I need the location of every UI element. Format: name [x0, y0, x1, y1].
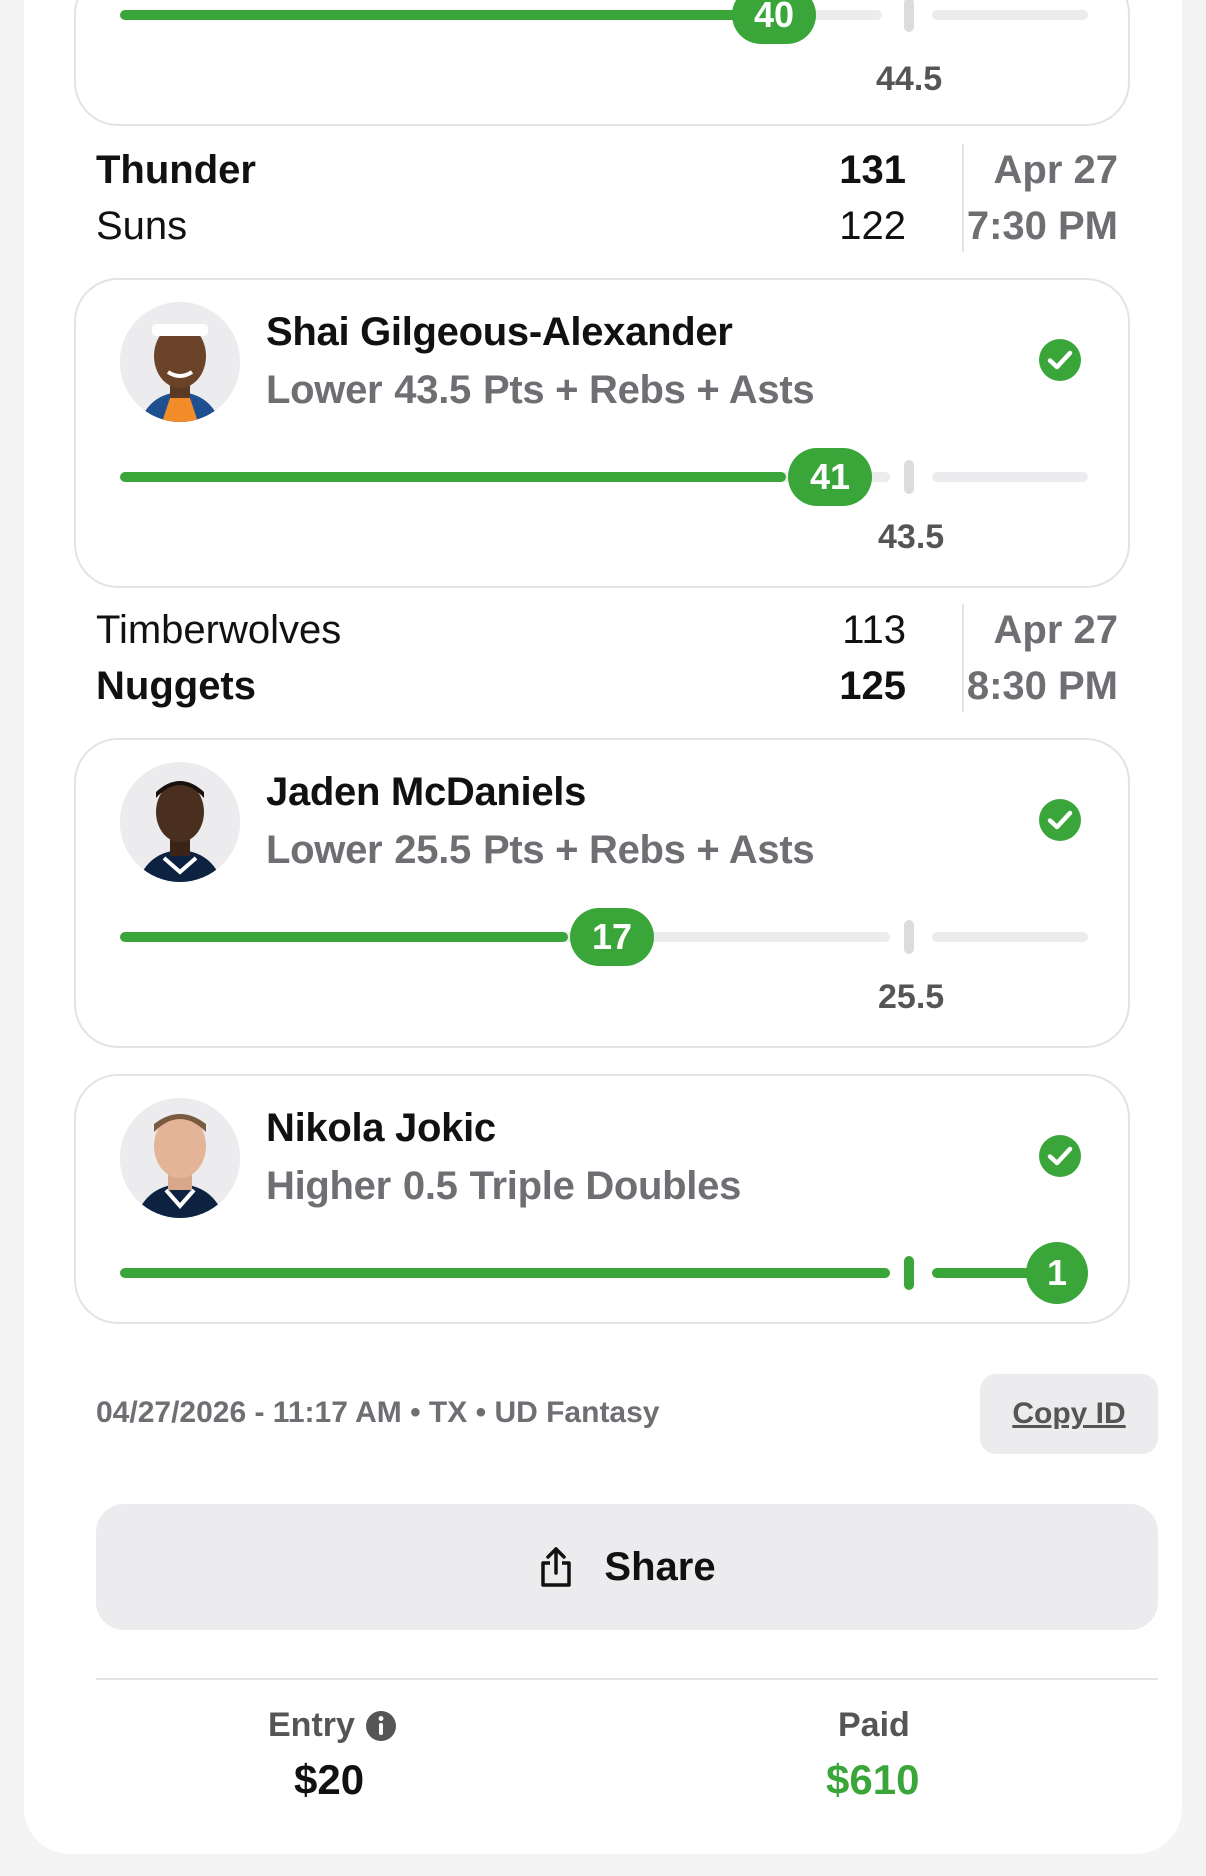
progress-track-rest: [932, 472, 1088, 482]
progress-track-rest: [932, 10, 1088, 20]
result-pill: 1: [1026, 1242, 1088, 1304]
player-avatar: [120, 1098, 240, 1218]
paid-label-text: Paid: [838, 1706, 910, 1744]
footer-divider: [96, 1678, 1158, 1680]
check-circle-icon: [1039, 339, 1081, 381]
line-label: 43.5: [878, 518, 945, 556]
result-pill: 17: [570, 908, 654, 966]
copy-id-button[interactable]: Copy ID: [980, 1374, 1158, 1454]
pick-card-jokic[interactable]: Nikola Jokic Higher 0.5 Triple Doubles 1: [74, 1074, 1130, 1324]
game1-team2: Suns: [96, 204, 188, 248]
pick-line-value: 0.5: [402, 1164, 458, 1208]
progress-track-rest: [932, 932, 1088, 942]
info-icon[interactable]: [365, 1710, 397, 1742]
game1-team1: Thunder: [96, 148, 256, 192]
pick-direction: Higher: [266, 1164, 391, 1208]
line-label: 44.5: [876, 60, 943, 98]
pick-line-value: 43.5: [394, 368, 471, 412]
pick-line: Higher 0.5 Triple Doubles: [266, 1164, 753, 1209]
share-icon: [541, 1547, 572, 1587]
line-label: 25.5: [878, 978, 945, 1016]
player-name: Jaden McDaniels: [266, 770, 587, 814]
game2-team1: Timberwolves: [96, 608, 342, 652]
pick-card-partial[interactable]: 40 44.5: [74, 0, 1130, 126]
player-avatar: [120, 762, 240, 882]
entry-label-text: Entry: [268, 1706, 355, 1744]
check-circle-icon: [1039, 799, 1081, 841]
result-pill: 41: [788, 448, 872, 506]
game2-team2: Nuggets: [96, 664, 256, 708]
pick-stat: Pts + Rebs + Asts: [482, 828, 815, 872]
game2-date: Apr 27: [993, 608, 1119, 652]
progress-fill: [120, 10, 780, 20]
share-button[interactable]: Share: [96, 1504, 1158, 1630]
player-avatar: [120, 302, 240, 422]
pick-line-value: 25.5: [394, 828, 471, 872]
game2-score2: 125: [839, 664, 906, 708]
pick-line: Lower 25.5 Pts + Rebs + Asts: [266, 828, 826, 873]
pick-direction: Lower: [266, 828, 383, 872]
pick-line: Lower 43.5 Pts + Rebs + Asts: [266, 368, 826, 413]
check-circle-icon: [1039, 1135, 1081, 1177]
entry-value: $20: [294, 1756, 365, 1803]
paid-value: $610: [826, 1756, 920, 1803]
line-tick: [904, 0, 914, 32]
pick-direction: Lower: [266, 368, 383, 412]
game2-score1: 113: [842, 608, 906, 652]
pick-card-mcdaniels[interactable]: Jaden McDaniels Lower 25.5 Pts + Rebs + As…: [74, 738, 1130, 1048]
entry-label: Entry: [268, 1706, 397, 1745]
entry-sheet: 40 44.5 Thunder Suns 131 122 Apr 27 7:30…: [24, 0, 1182, 1854]
player-name: Nikola Jokic: [266, 1106, 496, 1150]
line-tick: [904, 1256, 914, 1290]
game1-date: Apr 27: [993, 148, 1119, 192]
game2-time: 8:30 PM: [966, 664, 1118, 708]
progress-fill: [120, 932, 568, 942]
paid-label: Paid: [838, 1706, 910, 1745]
pick-stat: Triple Doubles: [469, 1164, 742, 1208]
pick-card-sga[interactable]: Shai Gilgeous-Alexander Lower 43.5 Pts + R…: [74, 278, 1130, 588]
progress-fill: [120, 1268, 890, 1278]
pick-stat: Pts + Rebs + Asts: [482, 368, 815, 412]
game1-time: 7:30 PM: [966, 204, 1118, 248]
game2-divider: [962, 604, 964, 712]
game1-score1: 131: [839, 148, 906, 192]
line-tick: [904, 460, 914, 494]
entry-meta: 04/27/2026 - 11:17 AM • TX • UD Fantasy: [96, 1396, 660, 1429]
result-pill: 40: [732, 0, 816, 44]
game1-score2: 122: [839, 204, 906, 248]
line-tick: [904, 920, 914, 954]
share-label: Share: [604, 1544, 716, 1589]
game1-divider: [962, 144, 964, 252]
player-name: Shai Gilgeous-Alexander: [266, 310, 733, 354]
progress-fill: [120, 472, 786, 482]
